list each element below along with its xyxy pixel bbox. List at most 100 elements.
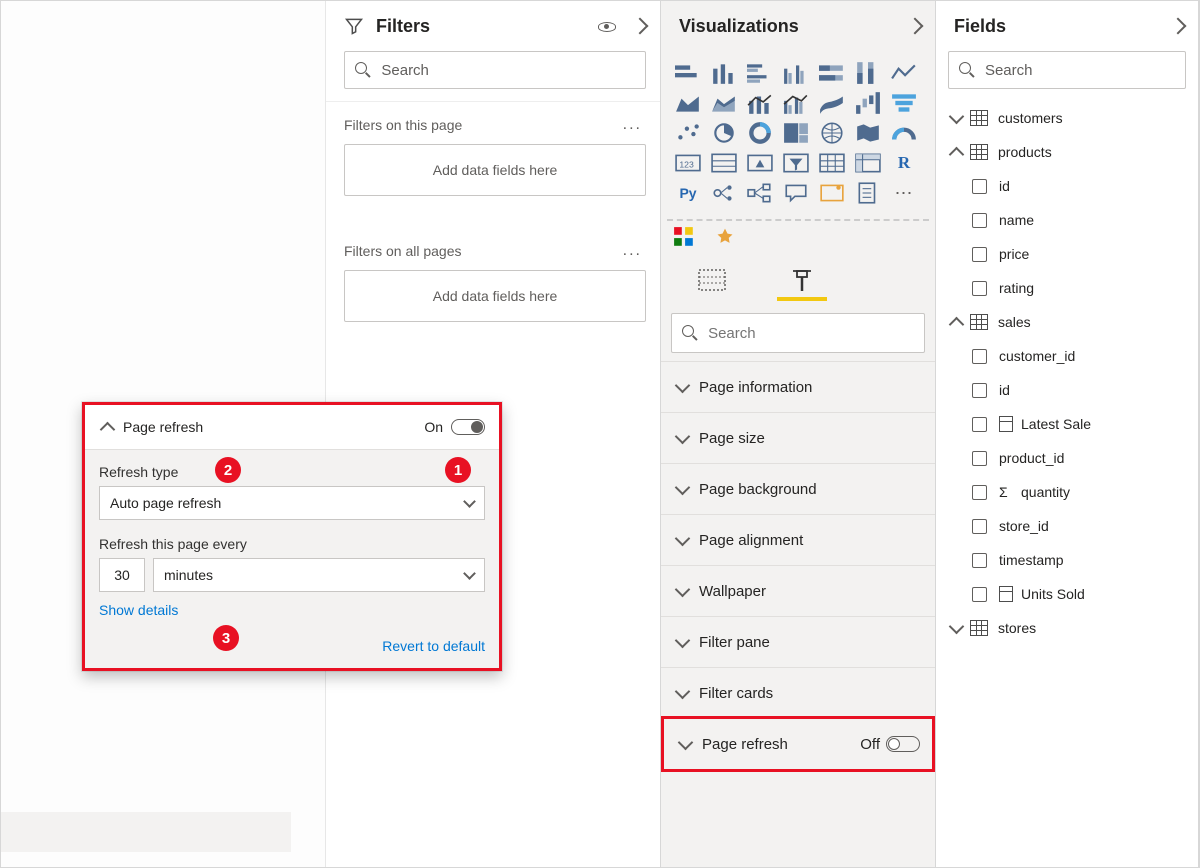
viz-stacked-area[interactable] bbox=[709, 91, 739, 115]
field-checkbox[interactable] bbox=[972, 213, 987, 228]
field-column[interactable]: id bbox=[936, 169, 1198, 203]
field-checkbox[interactable] bbox=[972, 485, 987, 500]
filters-page-more-icon[interactable]: ... bbox=[623, 116, 642, 134]
format-page-alignment[interactable]: Page alignment bbox=[661, 514, 935, 565]
viz-smart-narrative[interactable] bbox=[817, 181, 847, 205]
tab-fields[interactable] bbox=[687, 269, 737, 307]
viz-clustered-bar[interactable] bbox=[745, 61, 775, 85]
viz-format-search-input[interactable] bbox=[706, 324, 914, 343]
field-table-products[interactable]: products bbox=[936, 135, 1198, 169]
fields-search[interactable] bbox=[948, 51, 1186, 89]
field-column[interactable]: customer_id bbox=[936, 339, 1198, 373]
field-checkbox[interactable] bbox=[972, 519, 987, 534]
field-column[interactable]: quantity bbox=[936, 475, 1198, 509]
filters-search[interactable] bbox=[344, 51, 646, 89]
viz-r[interactable]: R bbox=[889, 151, 919, 175]
format-page-information[interactable]: Page information bbox=[661, 361, 935, 412]
field-column[interactable]: Latest Sale bbox=[936, 407, 1198, 441]
filters-page-dropzone[interactable]: Add data fields here bbox=[344, 144, 646, 196]
format-filter-cards[interactable]: Filter cards bbox=[661, 667, 935, 718]
field-column[interactable]: Units Sold bbox=[936, 577, 1198, 611]
viz-map[interactable] bbox=[817, 121, 847, 145]
viz-qna[interactable] bbox=[781, 181, 811, 205]
collapse-fields-icon[interactable] bbox=[1170, 18, 1187, 35]
field-table-stores[interactable]: stores bbox=[936, 611, 1198, 645]
refresh-interval-unit-select[interactable]: minutes bbox=[153, 558, 485, 592]
viz-table[interactable] bbox=[817, 151, 847, 175]
field-checkbox[interactable] bbox=[972, 179, 987, 194]
field-checkbox[interactable] bbox=[972, 247, 987, 262]
filters-all-more-icon[interactable]: ... bbox=[623, 242, 642, 260]
field-column[interactable]: price bbox=[936, 237, 1198, 271]
viz-waterfall[interactable] bbox=[853, 91, 883, 115]
viz-more[interactable]: ⋯ bbox=[889, 181, 919, 205]
field-column[interactable]: rating bbox=[936, 271, 1198, 305]
viz-clustered-column[interactable] bbox=[781, 61, 811, 85]
format-page-background[interactable]: Page background bbox=[661, 463, 935, 514]
field-checkbox[interactable] bbox=[972, 553, 987, 568]
page-tabs-bar bbox=[1, 812, 291, 852]
page-refresh-toggle[interactable] bbox=[886, 736, 920, 752]
viz-format-search[interactable] bbox=[671, 313, 925, 353]
filters-search-input[interactable] bbox=[379, 61, 635, 80]
revert-to-default-link[interactable]: Revert to default bbox=[382, 638, 485, 654]
collapse-filters-icon[interactable] bbox=[632, 18, 649, 35]
viz-line-clustered-column[interactable] bbox=[781, 91, 811, 115]
viz-line[interactable] bbox=[889, 61, 919, 85]
tab-format[interactable] bbox=[777, 269, 827, 307]
field-column[interactable]: timestamp bbox=[936, 543, 1198, 577]
viz-donut[interactable] bbox=[745, 121, 775, 145]
viz-paginated-report[interactable] bbox=[853, 181, 883, 205]
viz-treemap[interactable] bbox=[781, 121, 811, 145]
viz-filled-map[interactable] bbox=[853, 121, 883, 145]
refresh-type-select[interactable]: Auto page refresh bbox=[99, 486, 485, 520]
viz-area[interactable] bbox=[673, 91, 703, 115]
format-filter-pane[interactable]: Filter pane bbox=[661, 616, 935, 667]
field-table-sales[interactable]: sales bbox=[936, 305, 1198, 339]
viz-funnel[interactable] bbox=[889, 91, 919, 115]
viz-card[interactable]: 123 bbox=[673, 151, 703, 175]
chevron-up-icon[interactable] bbox=[99, 421, 115, 437]
viz-python[interactable]: Py bbox=[673, 181, 703, 205]
preview-eye-icon[interactable] bbox=[598, 17, 616, 35]
viz-key-influencers[interactable] bbox=[709, 181, 739, 205]
field-checkbox[interactable] bbox=[972, 451, 987, 466]
format-wallpaper[interactable]: Wallpaper bbox=[661, 565, 935, 616]
field-column[interactable]: id bbox=[936, 373, 1198, 407]
calculator-icon bbox=[999, 586, 1013, 602]
filter-icon bbox=[344, 16, 364, 36]
viz-stacked-bar[interactable] bbox=[673, 61, 703, 85]
field-checkbox[interactable] bbox=[972, 587, 987, 602]
viz-slicer[interactable] bbox=[781, 151, 811, 175]
viz-gauge[interactable] bbox=[889, 121, 919, 145]
viz-pin-icon[interactable] bbox=[715, 227, 735, 250]
viz-matrix[interactable] bbox=[853, 151, 883, 175]
field-table-customers[interactable]: customers bbox=[936, 101, 1198, 135]
viz-multi-row-card[interactable] bbox=[709, 151, 739, 175]
field-checkbox[interactable] bbox=[972, 349, 987, 364]
viz-decomposition-tree[interactable] bbox=[745, 181, 775, 205]
viz-appsource-icon[interactable] bbox=[673, 226, 695, 251]
field-column[interactable]: store_id bbox=[936, 509, 1198, 543]
field-column[interactable]: product_id bbox=[936, 441, 1198, 475]
field-checkbox[interactable] bbox=[972, 417, 987, 432]
show-details-link[interactable]: Show details bbox=[99, 602, 178, 618]
collapse-viz-icon[interactable] bbox=[907, 18, 924, 35]
filters-all-dropzone[interactable]: Add data fields here bbox=[344, 270, 646, 322]
refresh-interval-value[interactable]: 30 bbox=[99, 558, 145, 592]
viz-stacked-column[interactable] bbox=[709, 61, 739, 85]
viz-ribbon[interactable] bbox=[817, 91, 847, 115]
format-page-refresh[interactable]: Page refresh Off bbox=[664, 719, 932, 769]
field-checkbox[interactable] bbox=[972, 383, 987, 398]
field-column[interactable]: name bbox=[936, 203, 1198, 237]
viz-100-stacked-bar[interactable] bbox=[817, 61, 847, 85]
callout-toggle[interactable] bbox=[451, 419, 485, 435]
viz-100-stacked-column[interactable] bbox=[853, 61, 883, 85]
format-page-size[interactable]: Page size bbox=[661, 412, 935, 463]
field-checkbox[interactable] bbox=[972, 281, 987, 296]
viz-pie[interactable] bbox=[709, 121, 739, 145]
fields-search-input[interactable] bbox=[983, 61, 1175, 80]
viz-line-stacked-column[interactable] bbox=[745, 91, 775, 115]
viz-scatter[interactable] bbox=[673, 121, 703, 145]
viz-kpi[interactable] bbox=[745, 151, 775, 175]
